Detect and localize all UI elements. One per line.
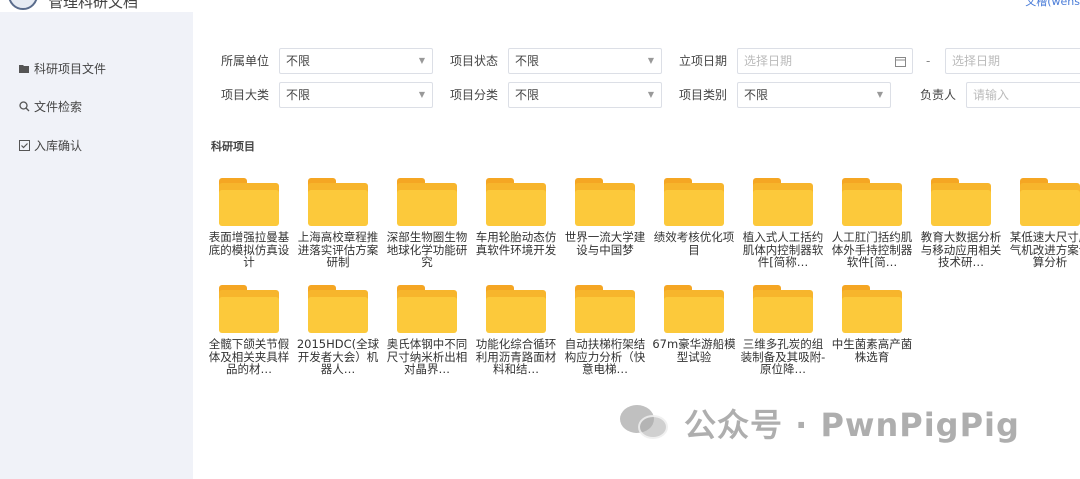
folder-item[interactable]: 奥氏体钢中不同尺寸纳米析出相对晶界… bbox=[384, 285, 470, 375]
sidebar-item-label: 入库确认 bbox=[34, 139, 83, 153]
folder-item[interactable]: 某低速大尺寸压气机改进方案计算分析 bbox=[1007, 178, 1080, 268]
date-filter-label: 立项日期 bbox=[679, 54, 728, 68]
folder-icon bbox=[842, 285, 902, 333]
sidebar-item-label: 科研项目文件 bbox=[34, 62, 107, 76]
unit-select-value: 不限 bbox=[286, 54, 311, 68]
university-logo bbox=[8, 0, 38, 10]
folder-name: 深部生物圈生物地球化学功能研究 bbox=[386, 231, 468, 268]
folder-item[interactable]: 67m豪华游船模型试验 bbox=[651, 285, 737, 375]
search-icon bbox=[18, 101, 30, 112]
folder-icon bbox=[931, 178, 991, 226]
folder-name: 表面增强拉曼基底的模拟仿真设计 bbox=[208, 231, 290, 268]
end-date-placeholder: 选择日期 bbox=[952, 54, 1001, 68]
folder-item[interactable]: 中生菌素高产菌株选育 bbox=[829, 285, 915, 375]
folder-icon bbox=[664, 285, 724, 333]
status-select[interactable]: 不限 ▼ bbox=[508, 48, 662, 74]
type-select-value: 不限 bbox=[744, 88, 769, 102]
chevron-down-icon: ▼ bbox=[876, 90, 883, 99]
folder-name: 中生菌素高产菌株选育 bbox=[831, 338, 913, 364]
app-title: 管理科研文档 bbox=[48, 0, 139, 11]
folder-icon bbox=[219, 285, 279, 333]
start-date-placeholder: 选择日期 bbox=[744, 54, 793, 68]
folder-name: 教育大数据分析与移动应用相关技术研… bbox=[920, 231, 1002, 268]
unit-filter-label: 所属单位 bbox=[221, 54, 270, 68]
folder-name: 某低速大尺寸压气机改进方案计算分析 bbox=[1009, 231, 1080, 268]
folder-name: 三维多孔炭的组装制备及其吸附-原位降… bbox=[740, 338, 826, 375]
folder-item[interactable]: 上海高校章程推进落实评估方案研制 bbox=[295, 178, 381, 268]
folder-icon bbox=[575, 285, 635, 333]
folder-icon bbox=[842, 178, 902, 226]
folder-item[interactable]: 深部生物圈生物地球化学功能研究 bbox=[384, 178, 470, 268]
sidebar-item-project-files[interactable]: 科研项目文件 bbox=[18, 60, 106, 77]
folder-item[interactable]: 人工肛门括约肌体外手持控制器软件[简… bbox=[829, 178, 915, 268]
folder-item[interactable]: 表面增强拉曼基底的模拟仿真设计 bbox=[206, 178, 292, 268]
folder-item[interactable]: 2015HDC(全球开发者大会）机器人… bbox=[295, 285, 381, 375]
classification-select-value: 不限 bbox=[515, 88, 540, 102]
classification-filter-label: 项目分类 bbox=[450, 88, 499, 102]
status-select-value: 不限 bbox=[515, 54, 540, 68]
folder-item[interactable]: 自动扶梯桁架结构应力分析（快意电梯… bbox=[562, 285, 648, 375]
folder-icon bbox=[486, 178, 546, 226]
chevron-down-icon: ▼ bbox=[418, 56, 425, 65]
owner-input-placeholder: 请输入 bbox=[973, 88, 1010, 102]
folder-name: 67m豪华游船模型试验 bbox=[652, 338, 736, 364]
chevron-down-icon: ▼ bbox=[647, 90, 654, 99]
folder-name: 植入式人工括约肌体内控制器软件[简称… bbox=[742, 231, 824, 268]
sidebar-item-label: 文件检索 bbox=[34, 100, 83, 114]
folder-item[interactable]: 车用轮胎动态仿真软件环境开发 bbox=[473, 178, 559, 268]
folder-item[interactable]: 世界一流大学建设与中国梦 bbox=[562, 178, 648, 268]
folder-item[interactable]: 绩效考核优化项目 bbox=[651, 178, 737, 268]
sidebar-item-storage-confirm[interactable]: 入库确认 bbox=[18, 137, 82, 154]
start-date-input[interactable]: 选择日期 bbox=[737, 48, 913, 74]
unit-select[interactable]: 不限 ▼ bbox=[279, 48, 433, 74]
checkbox-icon bbox=[18, 140, 30, 151]
date-range-separator: - bbox=[926, 54, 931, 68]
folder-icon bbox=[397, 178, 457, 226]
status-filter-label: 项目状态 bbox=[450, 54, 499, 68]
end-date-input[interactable]: 选择日期 bbox=[945, 48, 1080, 74]
type-select[interactable]: 不限 ▼ bbox=[737, 82, 891, 108]
folder-name: 绩效考核优化项目 bbox=[653, 231, 735, 257]
owner-filter-label: 负责人 bbox=[920, 88, 957, 102]
category-filter-label: 项目大类 bbox=[221, 88, 270, 102]
folder-icon bbox=[219, 178, 279, 226]
folder-name: 奥氏体钢中不同尺寸纳米析出相对晶界… bbox=[386, 338, 468, 375]
folder-icon bbox=[753, 285, 813, 333]
category-select[interactable]: 不限 ▼ bbox=[279, 82, 433, 108]
folder-icon bbox=[397, 285, 457, 333]
folder-item[interactable]: 教育大数据分析与移动应用相关技术研… bbox=[918, 178, 1004, 268]
folder-name: 人工肛门括约肌体外手持控制器软件[简… bbox=[831, 231, 913, 268]
sidebar-item-file-search[interactable]: 文件检索 bbox=[18, 98, 82, 115]
folder-name: 世界一流大学建设与中国梦 bbox=[564, 231, 646, 257]
folder-name: 自动扶梯桁架结构应力分析（快意电梯… bbox=[564, 338, 646, 375]
folder-icon bbox=[1020, 178, 1080, 226]
folder-item[interactable]: 植入式人工括约肌体内控制器软件[简称… bbox=[740, 178, 826, 268]
folder-icon bbox=[18, 64, 30, 73]
folder-name: 车用轮胎动态仿真软件环境开发 bbox=[475, 231, 557, 257]
user-link[interactable]: 文槽(wens bbox=[1025, 0, 1080, 8]
header: 管理科研文档 文槽(wens bbox=[0, 0, 1080, 12]
folder-icon bbox=[486, 285, 546, 333]
folder-item[interactable]: 功能化综合循环利用沥青路面材料和结… bbox=[473, 285, 559, 375]
folder-icon bbox=[308, 285, 368, 333]
folder-icon bbox=[664, 178, 724, 226]
folder-name: 2015HDC(全球开发者大会）机器人… bbox=[296, 338, 380, 375]
folder-name: 全髋下颌关节假体及相关夹具样品的材… bbox=[208, 338, 290, 375]
folder-item[interactable]: 三维多孔炭的组装制备及其吸附-原位降… bbox=[740, 285, 826, 375]
calendar-icon bbox=[895, 49, 906, 73]
category-select-value: 不限 bbox=[286, 88, 311, 102]
classification-select[interactable]: 不限 ▼ bbox=[508, 82, 662, 108]
chevron-down-icon: ▼ bbox=[418, 90, 425, 99]
folder-icon bbox=[575, 178, 635, 226]
folder-icon bbox=[308, 178, 368, 226]
folder-item[interactable]: 全髋下颌关节假体及相关夹具样品的材… bbox=[206, 285, 292, 375]
folder-icon bbox=[753, 178, 813, 226]
section-title: 科研项目 bbox=[211, 140, 255, 153]
folder-name: 功能化综合循环利用沥青路面材料和结… bbox=[475, 338, 557, 375]
chevron-down-icon: ▼ bbox=[647, 56, 654, 65]
owner-input[interactable]: 请输入 bbox=[966, 82, 1080, 108]
folder-name: 上海高校章程推进落实评估方案研制 bbox=[297, 231, 379, 268]
type-filter-label: 项目类别 bbox=[679, 88, 728, 102]
